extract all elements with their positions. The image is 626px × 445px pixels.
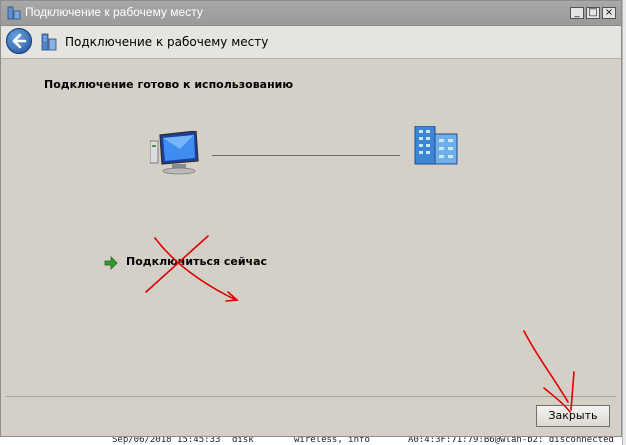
connect-to-workplace-window: Подключение к рабочему месту _ □ × Подкл…: [0, 0, 622, 437]
content-area: Подключение готово к использованию Подкл…: [6, 59, 616, 395]
connection-line: [212, 155, 400, 156]
maximize-button[interactable]: □: [586, 7, 600, 19]
minimize-button[interactable]: _: [570, 7, 584, 19]
title-bar[interactable]: Подключение к рабочему месту _ □ ×: [1, 1, 621, 26]
workplace-network-icon: [7, 6, 21, 20]
status-heading: Подключение готово к использованию: [44, 78, 294, 91]
workplace-network-icon: [41, 33, 57, 51]
connect-now-label: Подключиться сейчас: [126, 255, 268, 268]
green-arrow-icon: [104, 256, 118, 270]
computer-icon: [150, 131, 199, 175]
navigation-bar: Подключение к рабочему месту: [1, 26, 621, 59]
back-arrow-icon: [12, 33, 27, 49]
close-button[interactable]: Закрыть: [536, 405, 610, 427]
background-window-edge: [622, 0, 626, 445]
page-title: Подключение к рабочему месту: [65, 35, 269, 49]
close-window-button[interactable]: ×: [602, 7, 616, 19]
window-title: Подключение к рабочему месту: [25, 5, 203, 19]
back-button[interactable]: [6, 28, 32, 54]
workplace-server-icon: [414, 126, 458, 165]
button-bar: Закрыть: [6, 396, 616, 434]
